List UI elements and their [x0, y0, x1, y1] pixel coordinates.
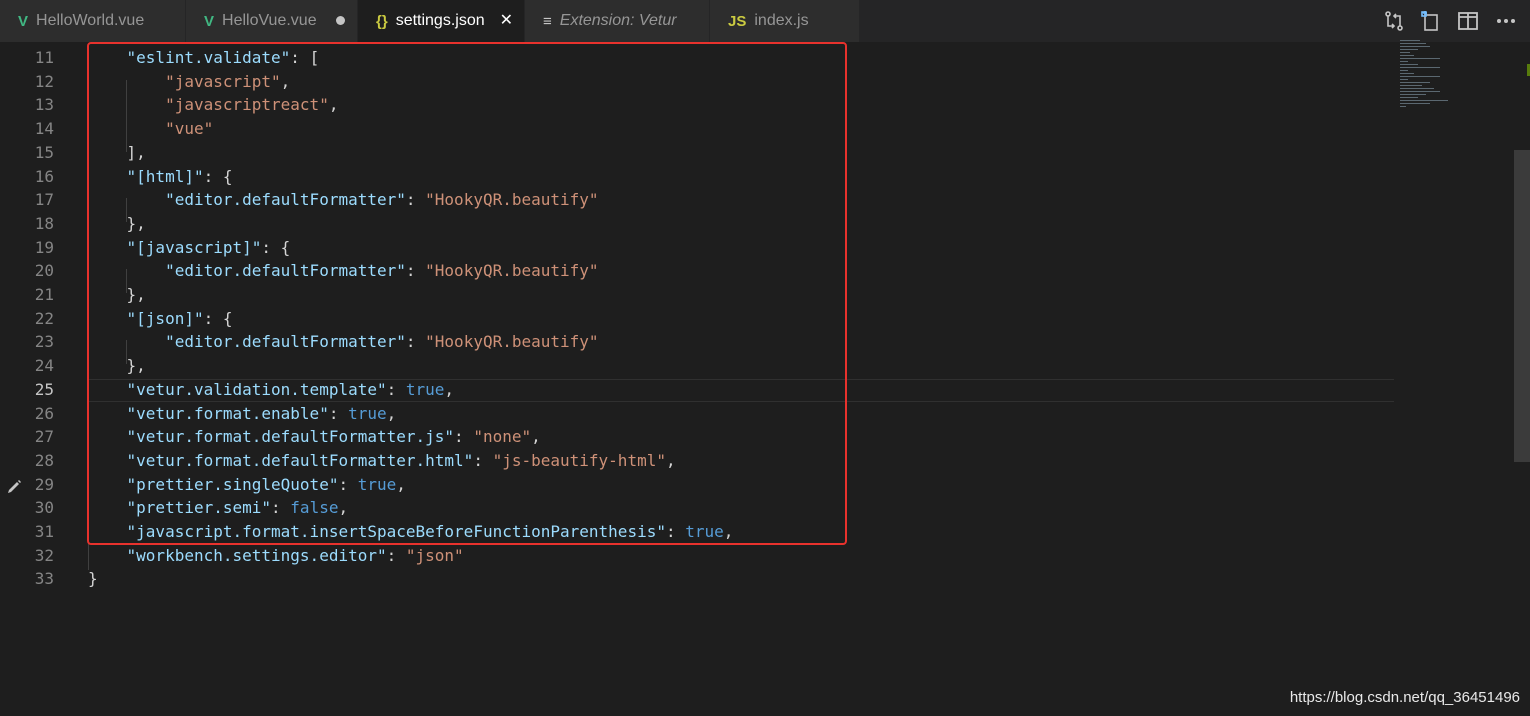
line-number: 13 — [34, 95, 54, 115]
minimap-line — [1400, 64, 1418, 65]
minimap-line — [1400, 91, 1440, 92]
tab-file-icon: ≡ — [543, 12, 552, 30]
tab-file-icon: V — [18, 12, 29, 30]
minimap[interactable] — [1396, 40, 1466, 110]
line-number: 18 — [34, 213, 54, 233]
line-number: 12 — [34, 71, 54, 91]
tab-label: HelloVue.vue — [222, 12, 317, 29]
tab-extension-vetur[interactable]: ≡ Extension: Vetur — [525, 0, 710, 42]
code-line[interactable]: "workbench.settings.editor": "json" — [88, 544, 464, 568]
line-number: 16 — [34, 166, 54, 186]
code-token: "workbench.settings.editor" — [88, 545, 387, 565]
minimap-line — [1400, 82, 1430, 83]
tab-index-js[interactable]: JS index.js — [710, 0, 860, 42]
tab-file-icon: V — [204, 12, 215, 30]
tab-label: index.js — [754, 12, 809, 29]
line-number: 32 — [34, 545, 54, 565]
code-token: "json" — [405, 545, 464, 565]
minimap-line — [1400, 43, 1426, 44]
vertical-scrollbar[interactable] — [1514, 150, 1530, 462]
minimap-line — [1400, 52, 1410, 53]
minimap-line — [1400, 40, 1420, 41]
tab-settings-json[interactable]: {} settings.json ✕ — [358, 0, 525, 42]
editor-tab-bar: V HelloWorld.vue V HelloVue.vue {} settings.j… — [0, 0, 1530, 42]
line-number: 26 — [34, 403, 54, 423]
minimap-line — [1400, 70, 1408, 71]
minimap-line — [1400, 85, 1422, 86]
highlight-box-annotation — [87, 42, 847, 545]
minimap-line — [1400, 61, 1408, 62]
code-token: : — [386, 545, 406, 565]
code-token: } — [88, 569, 98, 589]
line-number: 33 — [34, 569, 54, 589]
minimap-line — [1400, 73, 1414, 74]
pencil-edit-icon[interactable] — [6, 477, 24, 495]
minimap-line — [1400, 67, 1440, 68]
tab-label: settings.json — [395, 12, 485, 29]
line-number: 22 — [34, 308, 54, 328]
line-number: 17 — [34, 190, 54, 210]
more-actions-icon[interactable] — [1494, 9, 1518, 33]
code-line[interactable]: } — [88, 567, 98, 591]
line-number: 11 — [34, 48, 54, 67]
line-number: 25 — [34, 379, 54, 399]
tab-file-icon: {} — [376, 12, 388, 30]
minimap-line — [1400, 49, 1418, 50]
minimap-line — [1400, 97, 1418, 98]
tab-label: HelloWorld.vue — [36, 12, 145, 29]
minimap-line — [1400, 106, 1406, 107]
tab-file-icon: JS — [728, 12, 747, 30]
code-editor[interactable]: 11 "eslint.validate": [12 "javascript", 1… — [0, 40, 1530, 716]
minimap-line — [1400, 46, 1430, 47]
tab-label: Extension: Vetur — [559, 12, 677, 29]
line-number: 20 — [34, 261, 54, 281]
line-number: 19 — [34, 237, 54, 257]
tab-helloworld-vue[interactable]: V HelloWorld.vue — [0, 0, 186, 42]
tab-hellovue-vue[interactable]: V HelloVue.vue — [186, 0, 358, 42]
line-number: 23 — [34, 332, 54, 352]
line-number: 27 — [34, 427, 54, 447]
split-editor-icon[interactable] — [1456, 9, 1480, 33]
minimap-line — [1400, 103, 1430, 104]
minimap-line — [1400, 79, 1408, 80]
minimap-line — [1400, 88, 1434, 89]
minimap-line — [1400, 76, 1440, 77]
line-number: 31 — [34, 522, 54, 541]
open-preview-icon[interactable] — [1418, 9, 1442, 33]
minimap-line — [1400, 58, 1440, 59]
line-number: 28 — [34, 450, 54, 470]
close-icon[interactable]: ✕ — [500, 10, 513, 30]
unsaved-dot-icon[interactable] — [336, 16, 345, 25]
minimap-line — [1400, 55, 1414, 56]
minimap-line — [1400, 100, 1448, 101]
line-number: 30 — [34, 498, 54, 518]
line-number: 24 — [34, 356, 54, 376]
watermark: https://blog.csdn.net/qq_36451496 — [1289, 689, 1520, 706]
line-number: 15 — [34, 142, 54, 162]
line-number: 21 — [34, 285, 54, 304]
line-number: 14 — [34, 119, 54, 139]
minimap-line — [1400, 94, 1426, 95]
compare-changes-icon[interactable] — [1382, 9, 1406, 33]
